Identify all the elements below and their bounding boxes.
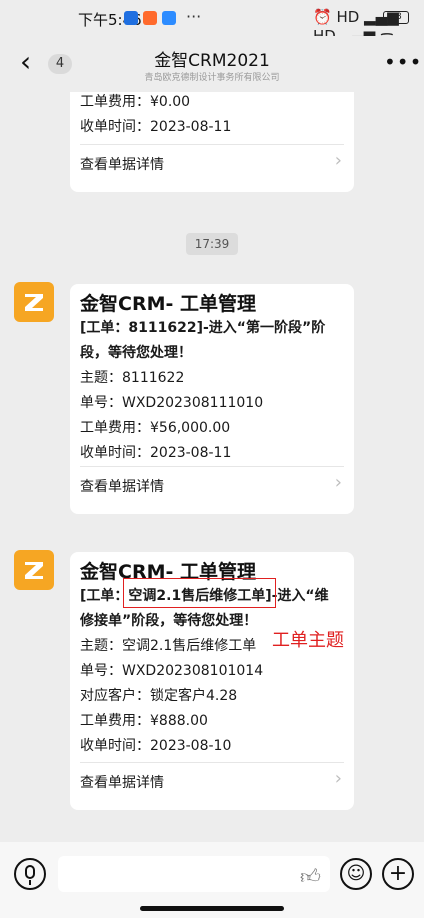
app-notification-icon <box>143 11 157 25</box>
order-number-line: 单号：WXD202308111010 <box>80 395 264 411</box>
subject-highlight-box <box>123 578 276 608</box>
date-line: 收单时间：2023-08-11 <box>80 119 232 135</box>
status-bar: 下午5:46 ··· ⏰ HD ▂▄▆ HD ▂▄▆ ᯤ 68 <box>0 0 424 45</box>
input-bar: 👍︎ ☺ + <box>0 842 424 918</box>
zhi-logo-icon <box>25 294 43 311</box>
message-card[interactable]: 工单费用：¥0.00 收单时间：2023-08-11 查看单据详情 › <box>70 92 354 192</box>
message-list[interactable]: 工单费用：¥0.00 收单时间：2023-08-11 查看单据详情 › 17:3… <box>0 92 424 842</box>
fee-line: 工单费用：¥888.00 <box>80 713 208 729</box>
chat-header: ‹ 4 金智CRM2021 青岛欧克德制设计事务所有限公司 ••• <box>0 36 424 92</box>
home-indicator[interactable] <box>140 906 284 911</box>
message-input[interactable] <box>58 856 330 892</box>
chevron-right-icon: › <box>334 150 342 171</box>
card-title: 金智CRM- 工单管理 <box>80 293 256 315</box>
status-line: [工单：8111622]-进入“第一阶段”阶 <box>80 320 326 336</box>
app-notification-icon <box>124 11 138 25</box>
emoji-icon[interactable]: ☺ <box>340 858 372 890</box>
date-line: 收单时间：2023-08-10 <box>80 738 232 754</box>
battery-icon: 68 <box>383 11 409 24</box>
message-card[interactable]: 金智CRM- 工单管理 [工单：8111622]-进入“第一阶段”阶 段，等待您… <box>70 284 354 514</box>
chat-subtitle: 青岛欧克德制设计事务所有限公司 <box>144 73 280 83</box>
card-divider <box>80 762 344 763</box>
fee-line: 工单费用：¥0.00 <box>80 94 191 110</box>
voice-input-icon[interactable] <box>14 858 46 890</box>
plus-icon[interactable]: + <box>382 858 414 890</box>
view-details-link[interactable]: 查看单据详情 <box>80 154 164 174</box>
zhi-logo-icon <box>25 562 43 579</box>
message-timestamp: 17:39 <box>186 233 238 255</box>
app-avatar[interactable] <box>14 550 54 590</box>
fee-line: 工单费用：¥56,000.00 <box>80 420 231 436</box>
card-divider <box>80 466 344 467</box>
app-avatar[interactable] <box>14 282 54 322</box>
order-number-line: 单号：WXD202308101014 <box>80 663 264 679</box>
chevron-right-icon: › <box>334 472 342 493</box>
view-details-link[interactable]: 查看单据详情 <box>80 772 164 792</box>
chevron-right-icon: › <box>334 768 342 789</box>
status-line: 段，等待您处理！ <box>80 345 192 361</box>
view-details-link[interactable]: 查看单据详情 <box>80 476 164 496</box>
more-notifications-icon: ··· <box>186 7 202 26</box>
more-options-icon[interactable]: ••• <box>384 52 422 72</box>
subject-line: 主题：8111622 <box>80 370 185 386</box>
app-notification-icon <box>162 11 176 25</box>
chat-title: 金智CRM2021 <box>154 51 270 71</box>
subject-annotation: 工单主题 <box>272 630 344 651</box>
card-divider <box>80 144 344 145</box>
thumbs-up-icon[interactable]: 👍︎ <box>300 864 321 889</box>
customer-line: 对应客户：锁定客户4.28 <box>80 688 238 704</box>
date-line: 收单时间：2023-08-11 <box>80 445 232 461</box>
